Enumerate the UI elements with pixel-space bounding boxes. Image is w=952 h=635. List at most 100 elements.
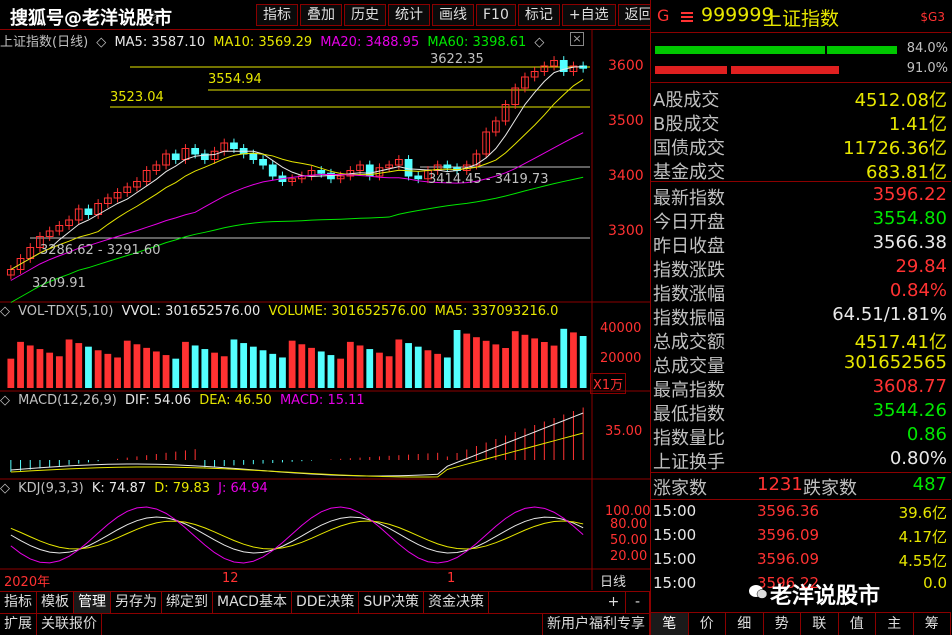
tab-trend[interactable]: 势 [764, 613, 801, 635]
draw-line-button[interactable]: 画线 [432, 4, 474, 26]
tab-manage[interactable]: 管理 [74, 592, 111, 613]
volume-bar [385, 356, 393, 388]
volume-bar [114, 357, 121, 388]
turnover-label: 国债成交 [653, 138, 725, 159]
quote-row: 最新指数 3596.22 [653, 184, 949, 209]
ma20-label: MA20: 3488.95 [320, 35, 420, 50]
close-icon[interactable]: × [570, 32, 584, 46]
chart-area[interactable]: 上证指数(日线) ◇ MA5: 3587.10 MA10: 3569.29 MA… [0, 30, 651, 590]
macd-title: MACD(12,26,9) [18, 393, 117, 408]
turnover-label: A股成交 [653, 90, 720, 111]
quote-value: 0.84% [889, 280, 947, 301]
statistics-button[interactable]: 统计 [388, 4, 430, 26]
volume-bar [17, 341, 24, 388]
add-watchlist-button[interactable]: +自选 [561, 4, 616, 26]
tab-indicator[interactable]: 指标 [0, 592, 37, 613]
volume-ma5-label: MA5: 337093216.0 [434, 304, 559, 319]
menu-icon[interactable] [681, 8, 693, 22]
tab-dde-decision[interactable]: DDE决策 [292, 592, 360, 613]
tab-detail[interactable]: 细 [726, 613, 764, 635]
advance-count: 1231 [757, 474, 803, 495]
volume-bar [521, 334, 529, 388]
volume-title: VOL-TDX(5,10) [18, 304, 114, 319]
tab-trades[interactable]: 笔 [651, 613, 689, 635]
volume-bar [405, 343, 412, 388]
tick-time: 15:00 [653, 550, 697, 568]
zoom-out-button[interactable]: - [626, 592, 650, 613]
tab-row-indicators: 指标 模板 管理 另存为 绑定到 MACD基本 DDE决策 SUP决策 资金决策… [0, 591, 650, 613]
volume-expand-icon[interactable]: ◇ [0, 304, 10, 319]
volume-bar [414, 346, 422, 388]
quote-label: 昨日收盘 [653, 236, 725, 257]
macd-value-label: MACD: 15.11 [279, 393, 365, 408]
tick-volume: 0.0 [923, 574, 947, 592]
high-annotation: 3622.35 [430, 52, 484, 67]
volume-bar [511, 331, 519, 388]
tick-volume: 4.17亿 [898, 528, 947, 546]
volume-bar [550, 345, 558, 388]
tab-sup-decision[interactable]: SUP决策 [359, 592, 424, 613]
candle-body [230, 142, 238, 149]
k-line [10, 516, 584, 554]
decline-count: 487 [912, 474, 947, 495]
price-axis-label: 3600 [608, 58, 644, 74]
volume-legend: ◇ VOL-TDX(5,10) VVOL: 301652576.00 VOLUM… [0, 304, 562, 319]
candle-body [404, 159, 413, 177]
price-axis-label: 3500 [608, 113, 644, 129]
price-axis-label: 3300 [608, 223, 644, 239]
quote-row: 昨日收盘 3566.38 [653, 232, 949, 257]
tab-related-quotes[interactable]: 关联报价 [37, 614, 102, 635]
kdj-expand-icon[interactable]: ◇ [0, 481, 10, 496]
volume-bar [570, 332, 577, 388]
candle-body [84, 208, 93, 215]
tab-price[interactable]: 价 [689, 613, 726, 635]
buy-ratio-bar-2 [827, 46, 897, 54]
new-user-welfare-link[interactable]: 新用户福利专享 [542, 614, 650, 635]
volume-bar [230, 339, 238, 388]
tab-template[interactable]: 模板 [37, 592, 74, 613]
tab-value[interactable]: 值 [839, 613, 876, 635]
overlay-button[interactable]: 叠加 [300, 4, 342, 26]
quote-value: 64.51/1.81% [832, 304, 947, 325]
tab-fund-decision[interactable]: 资金决策 [424, 592, 489, 613]
tab-chips[interactable]: 筹 [914, 613, 951, 635]
level2-annotation: 3523.04 [110, 90, 164, 105]
volume-bar [443, 357, 451, 388]
f10-button[interactable]: F10 [476, 4, 516, 26]
tab-row-extensions: 扩展 关联报价 新用户福利专享 [0, 613, 650, 635]
index-badge: $G3 [920, 10, 945, 24]
tab-expand[interactable]: 扩展 [0, 614, 37, 635]
quote-row: 指数振幅 64.51/1.81% [653, 304, 949, 329]
diamond-icon[interactable]: ◇ [534, 35, 544, 50]
indicator-button[interactable]: 指标 [256, 4, 298, 26]
tab-macd-basic[interactable]: MACD基本 [213, 592, 292, 613]
volume-bar [191, 345, 199, 388]
quote-panel-tabs: 笔 价 细 势 联 值 主 筹 [651, 612, 951, 635]
tab-save-as[interactable]: 另存为 [111, 592, 162, 613]
tab-main[interactable]: 主 [876, 613, 914, 635]
history-button[interactable]: 历史 [344, 4, 386, 26]
quote-row: 指数涨跌 29.84 [653, 256, 949, 281]
tick-time: 15:00 [653, 526, 697, 544]
volume-bar [240, 343, 248, 388]
zoom-in-button[interactable]: + [602, 592, 626, 613]
settings-icon[interactable]: ◇ [96, 35, 106, 50]
tab-link[interactable]: 联 [801, 613, 839, 635]
quote-label: 今日开盘 [653, 212, 725, 233]
g-marker: G [657, 6, 670, 25]
tab-bind-to[interactable]: 绑定到 [162, 592, 213, 613]
tick-row: 15:00 3596.09 4.17亿 [653, 526, 949, 548]
period-label[interactable]: 日线 [600, 571, 626, 590]
candle-body [191, 148, 200, 155]
watermark-bottom: 老洋说股市 [770, 584, 881, 609]
quote-value: 29.84 [895, 256, 947, 277]
quote-value: 3554.80 [872, 208, 947, 229]
toolbar: 多 指标 叠加 历史 统计 画线 F10 标记 +自选 返回 搜狐号@老洋说股市 [0, 0, 660, 30]
mark-button[interactable]: 标记 [517, 4, 560, 26]
volume-bar [269, 353, 277, 388]
dif-line [10, 412, 584, 477]
toolbar-buttons: 指标 叠加 历史 统计 画线 F10 标记 +自选 返回 [256, 4, 662, 26]
d-label: D: 79.83 [154, 481, 211, 496]
macd-expand-icon[interactable]: ◇ [0, 393, 10, 408]
quote-value: 3544.26 [872, 400, 947, 421]
